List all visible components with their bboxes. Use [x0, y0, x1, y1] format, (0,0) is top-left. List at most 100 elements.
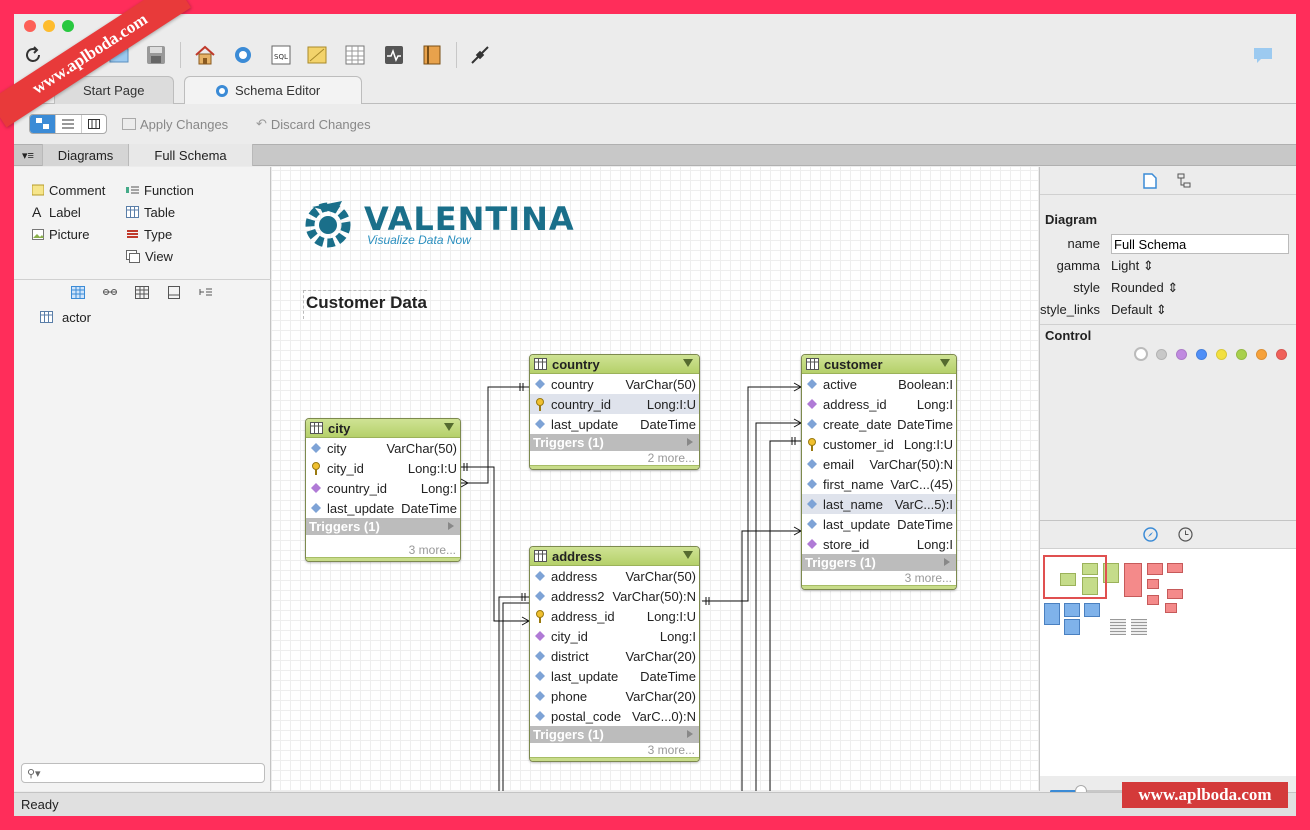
color-swatch[interactable]	[1156, 349, 1167, 360]
field-row[interactable]: country_id Long:I:U	[530, 394, 699, 414]
triggers-row[interactable]: Triggers (1)	[306, 518, 460, 535]
schema-editor-icon[interactable]	[228, 40, 258, 70]
more-fields-label[interactable]: 2 more...	[530, 451, 699, 465]
palette-type[interactable]: Type	[126, 225, 172, 243]
home-icon[interactable]	[190, 40, 220, 70]
close-window-button[interactable]	[24, 20, 36, 32]
monitor-icon[interactable]	[379, 40, 409, 70]
collapse-icon[interactable]	[444, 423, 454, 431]
style-links-select[interactable]: Default ⇕	[1111, 302, 1167, 318]
palette-label[interactable]: A Label	[32, 203, 81, 221]
color-swatch[interactable]	[1256, 349, 1267, 360]
compass-icon[interactable]	[1143, 527, 1158, 545]
chat-icon[interactable]	[1248, 40, 1278, 70]
palette-view[interactable]: View	[126, 247, 173, 265]
filter-tables-icon[interactable]	[71, 286, 85, 302]
clock-icon[interactable]	[1178, 527, 1193, 545]
apply-changes-button[interactable]: Apply Changes	[122, 114, 228, 134]
style-select[interactable]: Rounded ⇕	[1111, 280, 1178, 296]
sql-editor-icon[interactable]: SQL	[266, 40, 296, 70]
tab-diagrams[interactable]: Diagrams	[43, 144, 129, 166]
minimap-viewport[interactable]	[1043, 555, 1107, 599]
search-input[interactable]	[44, 766, 245, 780]
field-row[interactable]: city_id Long:I:U	[306, 458, 460, 478]
zoom-window-button[interactable]	[62, 20, 74, 32]
table-country[interactable]: country country VarChar(50) country_id Long…	[529, 354, 700, 470]
field-row[interactable]: district VarChar(20)	[530, 646, 699, 666]
more-fields-label[interactable]: 3 more...	[802, 571, 956, 585]
table-header[interactable]: customer	[802, 355, 956, 374]
triggers-row[interactable]: Triggers (1)	[802, 554, 956, 571]
field-row[interactable]: city VarChar(50)	[306, 438, 460, 458]
color-swatch[interactable]	[1216, 349, 1227, 360]
tab-full-schema[interactable]: Full Schema	[129, 144, 253, 166]
minimize-window-button[interactable]	[43, 20, 55, 32]
diagram-view-icon[interactable]	[30, 115, 56, 133]
table-header[interactable]: address	[530, 547, 699, 566]
palette-function[interactable]: Function	[126, 181, 194, 199]
color-swatch[interactable]	[1236, 349, 1247, 360]
field-row[interactable]: address_id Long:I:U	[530, 606, 699, 626]
field-row[interactable]: last_name VarC...5):I	[802, 494, 956, 514]
field-row[interactable]: active Boolean:I	[802, 374, 956, 394]
field-row[interactable]: customer_id Long:I:U	[802, 434, 956, 454]
report-icon[interactable]	[302, 40, 332, 70]
field-row[interactable]: store_id Long:I	[802, 534, 956, 554]
palette-comment[interactable]: Comment	[32, 181, 105, 199]
table-header[interactable]: city	[306, 419, 460, 438]
table-address[interactable]: address address VarChar(50) address2 VarCha…	[529, 546, 700, 762]
color-swatch[interactable]	[1176, 349, 1187, 360]
field-row[interactable]: first_name VarC...(45)	[802, 474, 956, 494]
field-row[interactable]: postal_code VarC...0):N	[530, 706, 699, 726]
field-row[interactable]: address VarChar(50)	[530, 566, 699, 586]
gamma-select[interactable]: Light ⇕	[1111, 258, 1154, 274]
field-row[interactable]: email VarChar(50):N	[802, 454, 956, 474]
table-customer[interactable]: customer active Boolean:I address_id Long:I…	[801, 354, 957, 590]
table-header[interactable]: country	[530, 355, 699, 374]
field-row[interactable]: last_update DateTime	[306, 498, 460, 518]
save-icon[interactable]	[141, 40, 171, 70]
search-field[interactable]: ⚲▾	[21, 763, 265, 783]
field-row[interactable]: create_date DateTime	[802, 414, 956, 434]
triggers-row[interactable]: Triggers (1)	[530, 726, 699, 743]
discard-changes-button[interactable]: ↶ Discard Changes	[256, 114, 371, 134]
diagram-name-field[interactable]	[1111, 234, 1289, 254]
collapse-icon[interactable]	[683, 359, 693, 367]
more-fields-label[interactable]: 3 more...	[530, 743, 699, 757]
field-row[interactable]: country VarChar(50)	[530, 374, 699, 394]
field-row[interactable]: city_id Long:I	[530, 626, 699, 646]
data-editor-icon[interactable]	[340, 40, 370, 70]
field-row[interactable]: address2 VarChar(50):N	[530, 586, 699, 606]
field-row[interactable]: last_update DateTime	[530, 414, 699, 434]
table-city[interactable]: city city VarChar(50) city_id Long:I:U count…	[305, 418, 461, 562]
navigator-minimap[interactable]	[1040, 548, 1296, 776]
color-swatch[interactable]	[1196, 349, 1207, 360]
column-view-icon[interactable]	[80, 115, 106, 133]
tree-item-actor[interactable]: actor	[40, 308, 91, 326]
filter-links-icon[interactable]	[103, 286, 117, 302]
diagram-canvas[interactable]: VALENTINA Visualize Data Now Customer Da…	[272, 167, 1038, 791]
connect-icon[interactable]	[465, 40, 495, 70]
filter-grid-icon[interactable]	[135, 286, 149, 302]
field-row[interactable]: last_update DateTime	[530, 666, 699, 686]
panel-menu-icon[interactable]: ▾≡	[14, 144, 43, 166]
hierarchy-icon[interactable]	[1177, 173, 1191, 192]
palette-picture[interactable]: Picture	[32, 225, 89, 243]
list-view-icon[interactable]	[55, 115, 80, 133]
field-row[interactable]: phone VarChar(20)	[530, 686, 699, 706]
color-swatch[interactable]	[1134, 347, 1148, 361]
field-row[interactable]: address_id Long:I	[802, 394, 956, 414]
document-icon[interactable]	[1143, 173, 1157, 192]
filter-types-icon[interactable]	[199, 286, 213, 302]
field-row[interactable]: last_update DateTime	[802, 514, 956, 534]
tab-schema-editor[interactable]: Schema Editor	[184, 76, 362, 104]
filter-views-icon[interactable]	[167, 286, 181, 302]
color-swatch[interactable]	[1276, 349, 1287, 360]
collapse-icon[interactable]	[683, 551, 693, 559]
field-row[interactable]: country_id Long:I	[306, 478, 460, 498]
collapse-icon[interactable]	[940, 359, 950, 367]
palette-table[interactable]: Table	[126, 203, 175, 221]
more-fields-label[interactable]: 3 more...	[306, 543, 460, 557]
book-icon[interactable]	[417, 40, 447, 70]
triggers-row[interactable]: Triggers (1)	[530, 434, 699, 451]
